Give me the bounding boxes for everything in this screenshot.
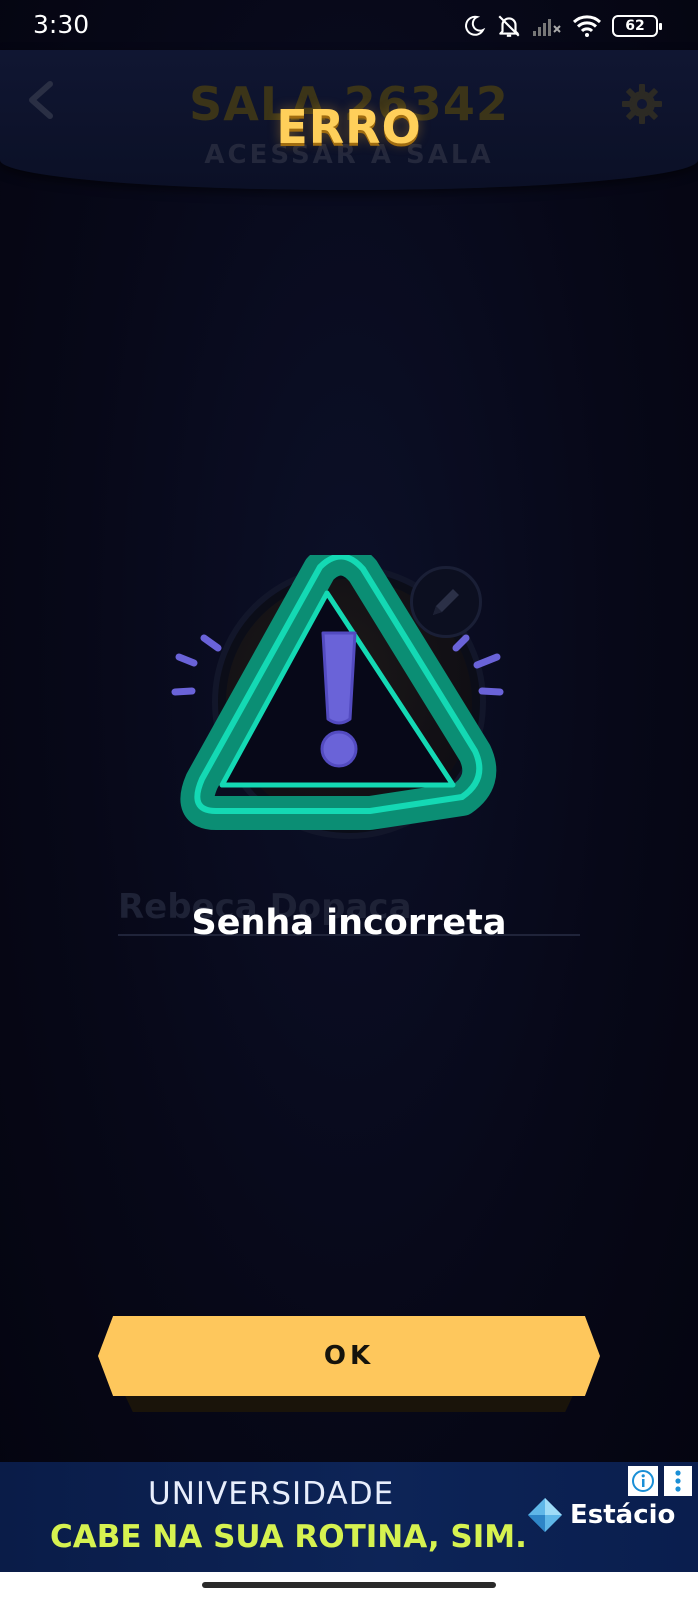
ad-tagline: CABE NA SUA ROTINA, SIM. [50,1519,527,1555]
ad-headline: UNIVERSIDADE [148,1476,395,1512]
status-bar: 3:30 62 [0,0,698,50]
system-nav-bar [0,1572,698,1600]
ad-brand-name: Estácio [570,1500,676,1530]
more-vertical-icon [675,1470,681,1492]
error-message: Senha incorreta [191,903,507,943]
status-time: 3:30 [33,10,90,39]
info-icon [632,1470,654,1492]
home-indicator[interactable] [202,1582,496,1588]
warning-triangle-icon [171,555,504,830]
bell-off-icon [498,15,520,37]
diamond-logo-icon [528,1498,562,1532]
ok-button-face[interactable]: OK [98,1316,600,1396]
status-icons: 62 [462,12,662,40]
screen: 3:30 62 SALA 26342 ACESSAR A SALA Rebeca… [0,0,698,1600]
ad-info-button[interactable] [628,1466,658,1496]
moon-icon [465,15,486,36]
ad-brand-logo: Estácio [526,1496,675,1534]
battery-icon: 62 [612,15,662,37]
signal-off-icon [533,19,561,36]
ok-button-label: OK [323,1341,375,1371]
dialog-title: ERRO [276,100,422,154]
ok-button[interactable]: OK [98,1316,600,1412]
wifi-icon [572,15,602,37]
ad-menu-button[interactable] [664,1466,692,1496]
ad-banner[interactable]: UNIVERSIDADE CABE NA SUA ROTINA, SIM. Es… [0,1462,698,1572]
